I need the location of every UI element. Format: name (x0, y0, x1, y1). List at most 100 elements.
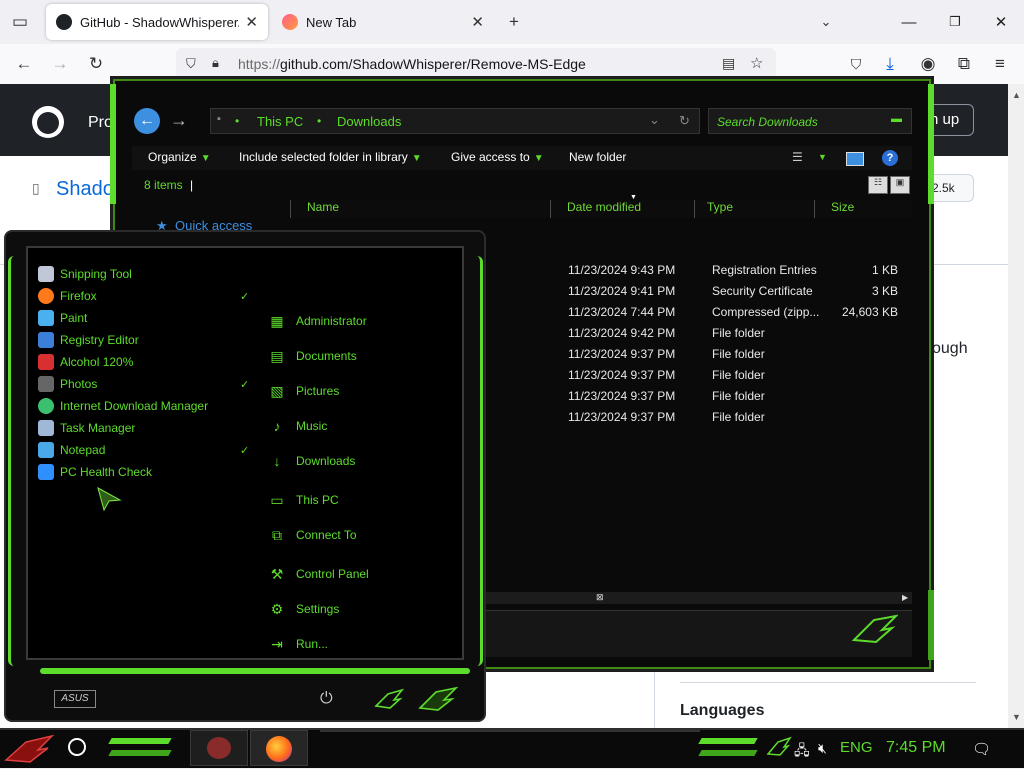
extensions-icon[interactable]: ⧉ (950, 50, 978, 78)
program-notepad[interactable]: Notepad (38, 440, 105, 460)
column-name[interactable]: Name (290, 200, 548, 218)
url-text: github.com/ShadowWhisperer/Remove-MS-Edg… (280, 56, 586, 72)
close-tab-icon[interactable]: ✕ (245, 13, 258, 31)
program-task-manager[interactable]: Task Manager (38, 418, 135, 438)
place-settings[interactable]: ⚙ Settings (268, 598, 340, 620)
program-idm[interactable]: Internet Download Manager (38, 396, 208, 416)
notifications-icon[interactable]: 🗨︎ (972, 740, 991, 758)
program-firefox[interactable]: Firefox (38, 286, 97, 306)
place-label: Administrator (296, 314, 367, 328)
rog-tray-icon[interactable] (766, 736, 792, 758)
sort-arrow-icon[interactable]: ▼ (630, 194, 637, 201)
program-label: Paint (60, 311, 88, 325)
tab-github[interactable]: GitHub - ShadowWhisperer/Re ✕ (46, 4, 268, 40)
list-all-tabs-icon[interactable]: ⌄ (812, 8, 840, 36)
menu-icon[interactable]: ≡ (986, 50, 1014, 78)
place-connect-to[interactable]: ⧉ Connect To (268, 524, 357, 546)
breadcrumb-this-pc[interactable]: This PC (257, 114, 303, 129)
cursor-icon (96, 486, 122, 512)
power-icon[interactable]: ⏻ (320, 690, 333, 708)
address-dropdown-icon[interactable]: ⌄ (649, 112, 660, 128)
place-control-panel[interactable]: ⚒ Control Panel (268, 563, 369, 585)
place-label: Documents (296, 349, 357, 363)
search-input[interactable]: Search Downloads (717, 115, 818, 129)
view-dropdown-icon[interactable]: ▼ (818, 152, 827, 162)
clock[interactable]: 7:45 PM (886, 739, 946, 757)
maximize-button[interactable]: ❐ (932, 8, 978, 36)
asus-logo: ASUS (54, 690, 96, 708)
view-options-icon[interactable]: ☰ (792, 150, 803, 164)
run-icon: ⇥ (271, 635, 283, 652)
language-indicator[interactable]: ENG (840, 739, 873, 756)
breadcrumb-downloads[interactable]: Downloads (337, 114, 401, 129)
details-view-icon[interactable]: ☷ (868, 176, 888, 194)
taskbar-app-firefox[interactable] (250, 730, 308, 766)
search-icon[interactable]: ▬ (891, 113, 902, 125)
start-button[interactable] (4, 732, 56, 764)
address-bar[interactable]: ▪ • This PC • Downloads ⌄ ↻ (210, 108, 700, 134)
account-icon[interactable]: ◉ (914, 50, 942, 78)
tab-list-icon[interactable]: ▭ (6, 8, 34, 36)
column-size[interactable]: Size (814, 200, 892, 218)
refresh-icon[interactable]: ↻ (679, 113, 690, 129)
pocket-icon[interactable]: ⛉ (842, 50, 870, 78)
scroll-right-icon[interactable]: ▶ (902, 593, 908, 602)
new-tab-button[interactable]: + (500, 8, 528, 36)
place-administrator[interactable]: ▦ Administrator (268, 310, 367, 332)
new-folder-button[interactable]: New folder (569, 150, 626, 164)
rog-logo-icon[interactable] (418, 686, 459, 712)
program-paint[interactable]: Paint (38, 308, 87, 328)
lock-icon[interactable]: 🔒︎ (212, 55, 219, 71)
jumplist-arrow-icon[interactable]: ✓ (240, 444, 249, 457)
taskbar-accent (698, 738, 758, 744)
scroll-grip-icon[interactable]: ⊠ (596, 592, 604, 603)
horizontal-scrollbar[interactable]: ⊠ ▶ (484, 592, 912, 604)
explorer-forward-button[interactable]: → (170, 110, 188, 131)
preview-pane-icon[interactable] (846, 152, 864, 166)
program-alcohol[interactable]: Alcohol 120% (38, 352, 133, 372)
give-access-button[interactable]: Give access to ▼ (451, 150, 544, 164)
place-music[interactable]: ♪ Music (268, 415, 328, 437)
taskbar-app-explorer[interactable] (190, 730, 248, 766)
downloads-icon[interactable]: ⤓ (876, 50, 904, 78)
explorer-back-button[interactable]: ← (134, 108, 160, 134)
place-this-pc[interactable]: ▭ This PC (268, 489, 338, 511)
place-documents[interactable]: ▤ Documents (268, 345, 357, 367)
organize-button[interactable]: Organize ▼ (148, 150, 211, 164)
repo-owner-link[interactable]: Shado (56, 178, 114, 201)
jumplist-arrow-icon[interactable]: ✓ (240, 378, 249, 391)
place-downloads[interactable]: ↓ Downloads (268, 450, 356, 472)
program-snipping-tool[interactable]: Snipping Tool (38, 264, 132, 284)
column-date-modified[interactable]: Date modified (550, 200, 692, 218)
column-type[interactable]: Type (694, 200, 812, 218)
program-photos[interactable]: Photos (38, 374, 97, 394)
volume-muted-icon[interactable]: 🔇︎ (818, 740, 827, 757)
search-icon[interactable] (68, 738, 86, 756)
scroll-up-icon[interactable]: ▲ (1012, 90, 1021, 100)
include-in-library-button[interactable]: Include selected folder in library ▼ (239, 150, 422, 164)
rog-logo-icon[interactable] (374, 688, 405, 710)
network-icon[interactable]: 🖧︎ (794, 740, 810, 764)
bookmark-star-icon[interactable]: ☆ (750, 54, 763, 72)
place-run[interactable]: ⇥ Run... (268, 633, 328, 655)
program-pc-health-check[interactable]: PC Health Check (38, 462, 152, 482)
reload-button[interactable]: ↻ (82, 50, 110, 78)
jumplist-arrow-icon[interactable]: ✓ (240, 290, 249, 303)
large-icons-view-icon[interactable]: ▣ (890, 176, 910, 194)
close-window-button[interactable]: ✕ (978, 8, 1024, 36)
place-pictures[interactable]: ▧ Pictures (268, 380, 339, 402)
back-button[interactable]: ← (10, 50, 38, 78)
page-scrollbar[interactable]: ▲ ▼ (1008, 84, 1024, 728)
help-icon[interactable]: ? (882, 150, 898, 166)
forward-button[interactable]: → (46, 50, 74, 78)
item-count: 8 items (144, 178, 183, 192)
program-registry-editor[interactable]: Registry Editor (38, 330, 139, 350)
search-box[interactable]: Search Downloads ▬ (708, 108, 912, 134)
minimize-button[interactable]: — (886, 8, 932, 36)
scroll-down-icon[interactable]: ▼ (1012, 712, 1021, 722)
tab-new-tab[interactable]: New Tab ✕ (272, 4, 494, 40)
close-tab-icon[interactable]: ✕ (471, 13, 484, 31)
shield-icon[interactable]: ⛉ (186, 56, 196, 72)
reader-view-icon[interactable]: ▤ (722, 55, 735, 72)
place-label: Settings (296, 602, 340, 616)
